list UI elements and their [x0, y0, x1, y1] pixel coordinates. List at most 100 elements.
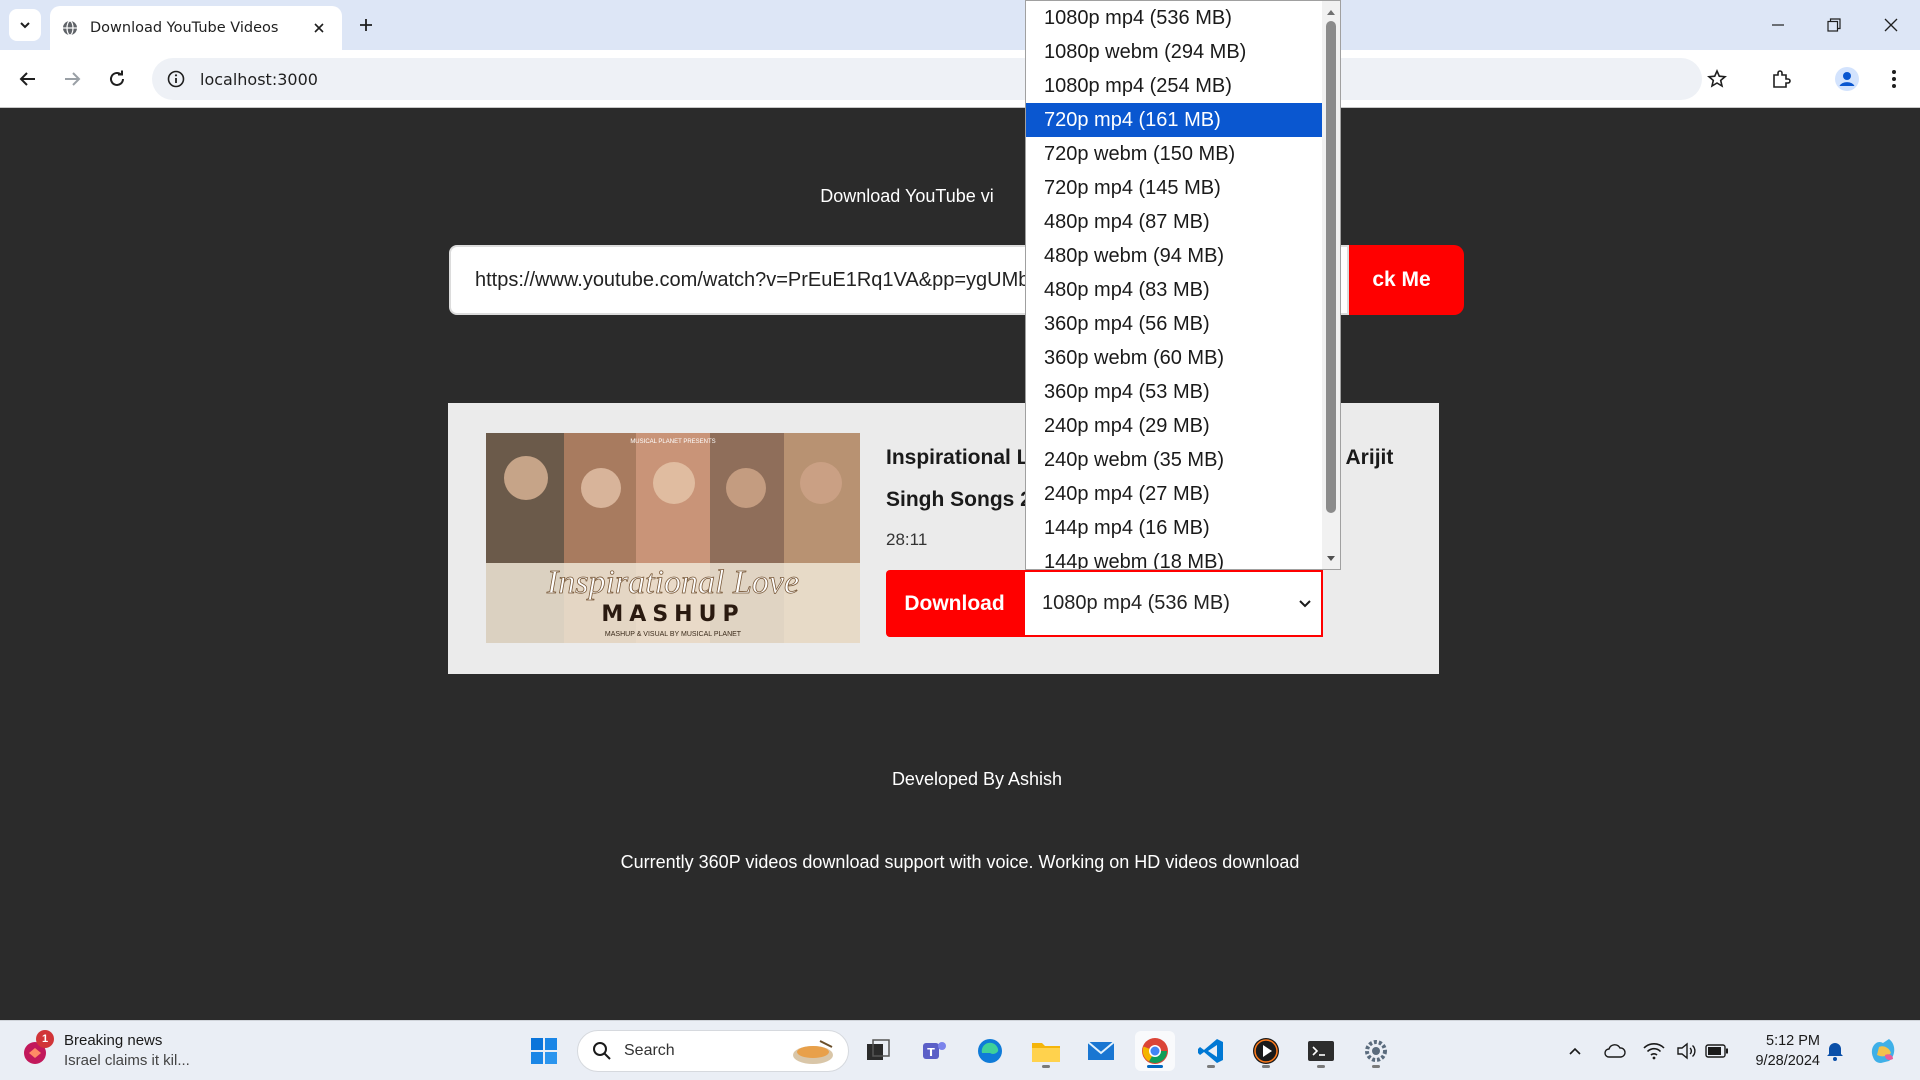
news-title: Breaking news: [64, 1032, 163, 1049]
video-duration: 28:11: [886, 530, 928, 549]
dropdown-options: 1080p mp4 (536 MB) 1080p webm (294 MB) 108…: [1026, 1, 1322, 569]
terminal-icon[interactable]: [1301, 1031, 1341, 1071]
close-window-button[interactable]: [1871, 9, 1911, 41]
scroll-up-arrow-icon[interactable]: [1326, 7, 1336, 17]
globe-icon: [62, 20, 78, 36]
reload-icon: [110, 70, 124, 86]
news-subtitle: Israel claims it kil...: [64, 1052, 190, 1069]
settings-app-icon[interactable]: [1356, 1031, 1396, 1071]
dropdown-option[interactable]: 1080p webm (294 MB): [1026, 35, 1322, 69]
notification-bell-icon[interactable]: [1823, 1039, 1847, 1063]
running-indicator: [1372, 1065, 1380, 1068]
address-url: localhost:3000: [200, 69, 318, 89]
page-heading: Download YouTube vi: [820, 186, 994, 206]
scrollbar-thumb[interactable]: [1326, 21, 1336, 513]
dropdown-scrollbar[interactable]: [1322, 1, 1340, 569]
arrow-right-icon: [65, 72, 81, 86]
back-button[interactable]: [10, 61, 46, 97]
info-icon[interactable]: [166, 69, 186, 89]
profile-avatar-icon[interactable]: [1831, 63, 1863, 95]
task-view-icon[interactable]: [858, 1031, 898, 1071]
windows-start-icon[interactable]: [524, 1031, 564, 1071]
scroll-down-arrow-icon[interactable]: [1326, 554, 1336, 564]
dropdown-option[interactable]: 1080p mp4 (536 MB): [1026, 1, 1322, 35]
dropdown-option[interactable]: 480p webm (94 MB): [1026, 239, 1322, 273]
teams-icon[interactable]: T: [914, 1031, 954, 1071]
battery-icon[interactable]: [1705, 1039, 1729, 1063]
plus-icon: [360, 19, 372, 31]
dropdown-option[interactable]: 144p webm (18 MB): [1026, 545, 1322, 569]
dropdown-option[interactable]: 480p mp4 (87 MB): [1026, 205, 1322, 239]
dropdown-option[interactable]: 360p mp4 (53 MB): [1026, 375, 1322, 409]
dropdown-option[interactable]: 360p mp4 (56 MB): [1026, 307, 1322, 341]
restore-icon: [1827, 18, 1841, 32]
copilot-icon[interactable]: [1866, 1034, 1900, 1068]
dropdown-option[interactable]: 480p mp4 (83 MB): [1026, 273, 1322, 307]
system-clock[interactable]: 5:12 PM 9/28/2024: [1740, 1031, 1820, 1071]
close-tab-icon[interactable]: [308, 17, 330, 39]
format-dropdown-list[interactable]: 1080p mp4 (536 MB) 1080p webm (294 MB) 108…: [1025, 0, 1341, 570]
thumbnail-credit-text: MASHUP & VISUAL BY MUSICAL PLANET: [605, 631, 742, 638]
close-icon: [1884, 18, 1898, 32]
tab-title: Download YouTube Videos: [90, 20, 279, 36]
more-menu-icon[interactable]: [1878, 63, 1910, 95]
dropdown-option[interactable]: 240p webm (35 MB): [1026, 443, 1322, 477]
search-label: Search: [624, 1042, 675, 1059]
bookmark-star-icon[interactable]: [1701, 63, 1733, 95]
wifi-icon[interactable]: [1642, 1039, 1666, 1063]
show-hidden-icons-chevron-icon[interactable]: [1563, 1039, 1587, 1063]
dropdown-option[interactable]: 720p mp4 (161 MB): [1026, 103, 1322, 137]
thumbnail-presents-text: MUSICAL PLANET PRESENTS: [630, 439, 715, 445]
dropdown-option[interactable]: 720p webm (150 MB): [1026, 137, 1322, 171]
windows-taskbar: 1 Breaking news Israel claims it kil... …: [0, 1020, 1920, 1080]
running-indicator: [1042, 1065, 1050, 1068]
dropdown-option[interactable]: 240p mp4 (29 MB): [1026, 409, 1322, 443]
reload-button[interactable]: [99, 61, 135, 97]
browser-toolbar: localhost:3000: [0, 50, 1920, 108]
dropdown-option[interactable]: 720p mp4 (145 MB): [1026, 171, 1322, 205]
chrome-icon[interactable]: [1135, 1031, 1175, 1071]
download-button[interactable]: Download: [886, 570, 1023, 637]
thumbnail-mashup-text: MASHUP: [601, 602, 744, 627]
edge-icon[interactable]: [970, 1031, 1010, 1071]
dropdown-option[interactable]: 1080p mp4 (254 MB): [1026, 69, 1322, 103]
onedrive-cloud-icon[interactable]: [1603, 1039, 1627, 1063]
minimize-icon: [1772, 24, 1784, 26]
news-badge: 1: [36, 1030, 54, 1048]
taskbar-search-box[interactable]: Search: [577, 1030, 849, 1072]
forward-button[interactable]: [54, 61, 90, 97]
tab-search-button[interactable]: [9, 9, 41, 41]
chevron-down-icon: [20, 22, 30, 29]
browser-tab-strip: Download YouTube Videos: [0, 0, 1920, 50]
running-indicator: [1207, 1065, 1215, 1068]
news-widget-icon: 1: [22, 1030, 54, 1066]
restore-button[interactable]: [1814, 9, 1854, 41]
format-select[interactable]: 1080p mp4 (536 MB): [1023, 570, 1323, 637]
developer-credit: Developed By Ashish: [891, 769, 1063, 789]
dropdown-option[interactable]: 360p webm (60 MB): [1026, 341, 1322, 375]
volume-icon[interactable]: [1675, 1039, 1699, 1063]
clock-date: 9/28/2024: [1755, 1053, 1820, 1069]
chevron-down-icon: [1299, 600, 1311, 608]
video-thumbnail: MUSICAL PLANET PRESENTS Inspirational Lo…: [486, 433, 860, 643]
news-widget[interactable]: 1 Breaking news Israel claims it kil...: [22, 1030, 190, 1071]
address-bar[interactable]: localhost:3000: [152, 58, 1702, 100]
dropdown-option[interactable]: 144p mp4 (16 MB): [1026, 511, 1322, 545]
dropdown-option[interactable]: 240p mp4 (27 MB): [1026, 477, 1322, 511]
browser-tab[interactable]: Download YouTube Videos: [50, 6, 342, 50]
mail-icon[interactable]: [1081, 1031, 1121, 1071]
running-indicator: [1317, 1065, 1325, 1068]
active-app-indicator: [1147, 1065, 1163, 1068]
support-note: Currently 360P videos download support w…: [620, 852, 1300, 872]
format-select-value: 1080p mp4 (536 MB): [1042, 592, 1230, 614]
new-tab-button[interactable]: [352, 11, 380, 39]
file-explorer-icon[interactable]: [1026, 1031, 1066, 1071]
vscode-icon[interactable]: [1191, 1031, 1231, 1071]
extensions-puzzle-icon[interactable]: [1765, 63, 1797, 95]
minimize-button[interactable]: [1758, 9, 1798, 41]
clock-time: 5:12 PM: [1766, 1033, 1820, 1049]
search-highlight-icon: [793, 1040, 833, 1064]
page-content: Download YouTube vi ck Me https://www.yo…: [0, 109, 1920, 1020]
media-player-icon[interactable]: [1246, 1031, 1286, 1071]
svg-text:T: T: [927, 1046, 935, 1059]
